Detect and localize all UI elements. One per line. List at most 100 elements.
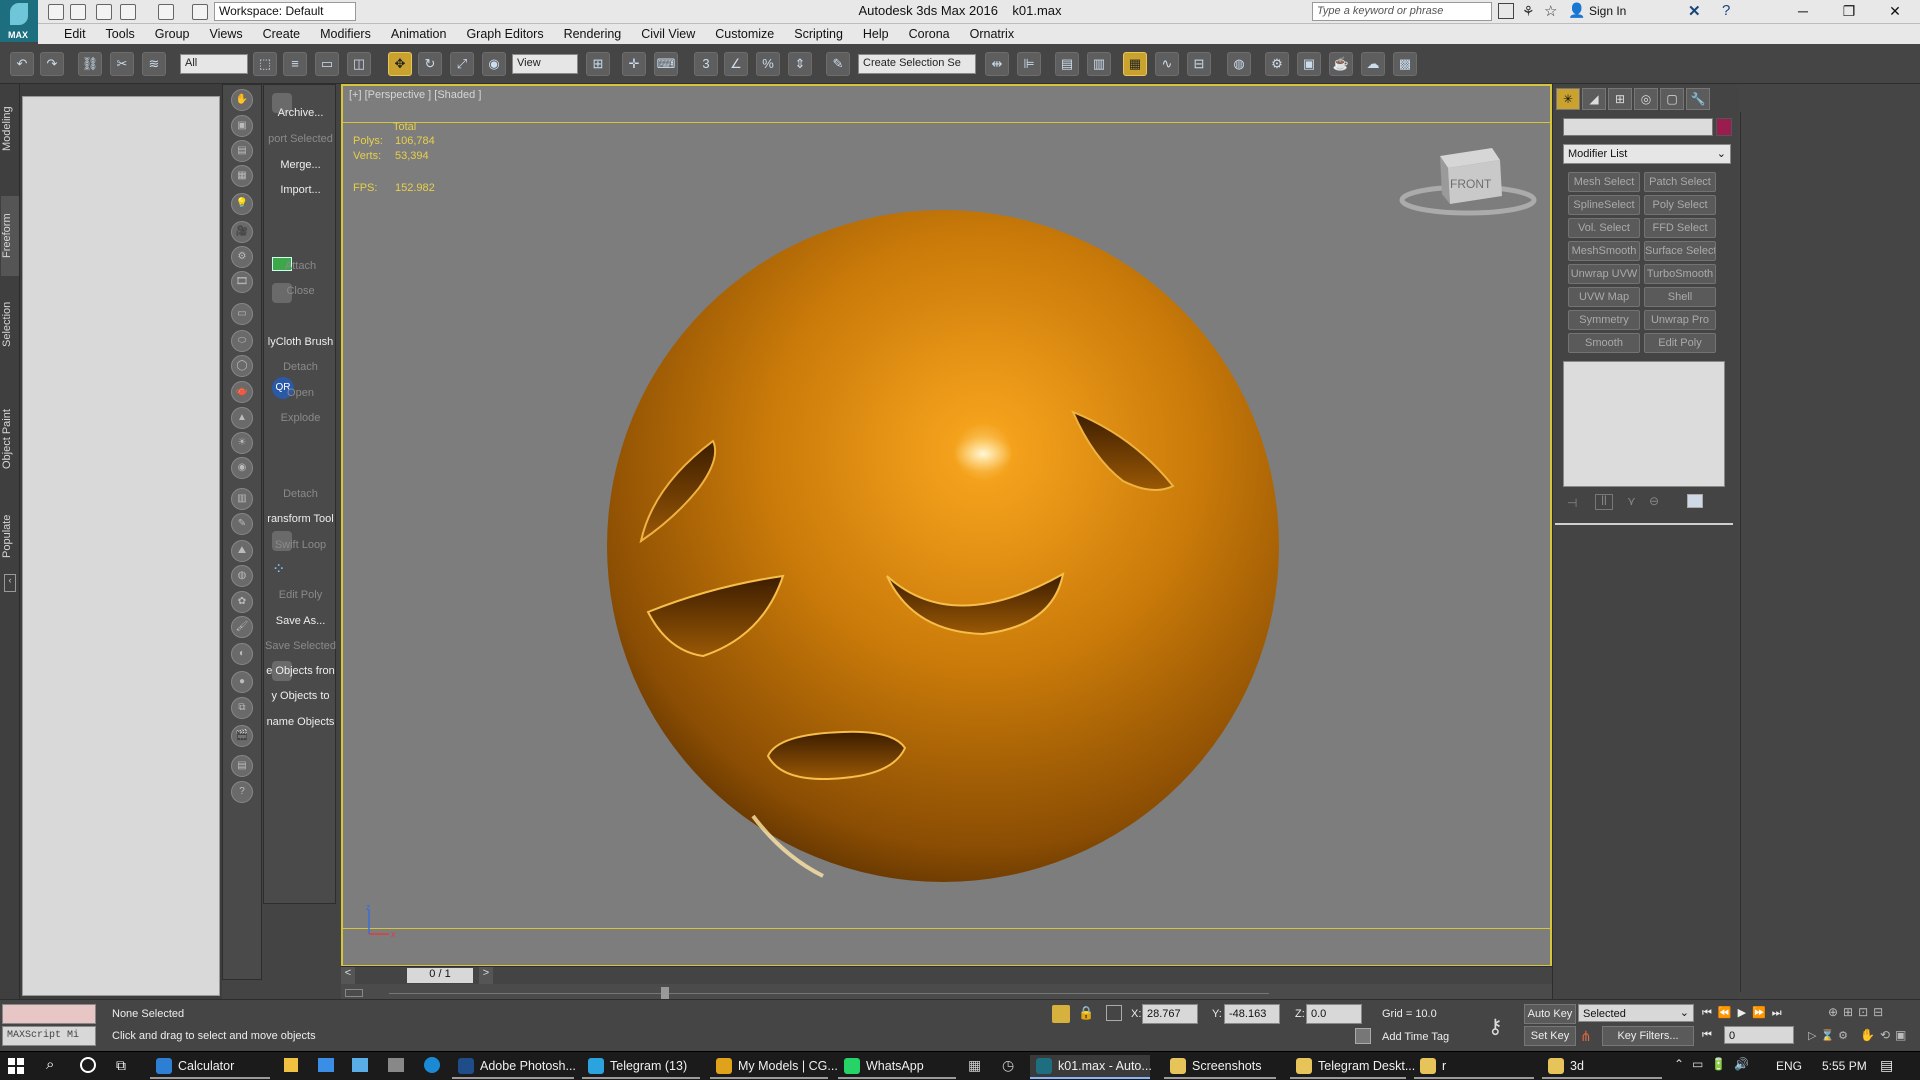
time-tag-icon[interactable]: [1355, 1028, 1371, 1044]
emoji-sphere-model[interactable]: [593, 196, 1293, 896]
selection-filter-select[interactable]: All: [180, 54, 248, 74]
manipulate-icon[interactable]: ✛: [622, 52, 646, 76]
grid-icon[interactable]: ▤: [231, 140, 253, 162]
snaps-toggle-icon[interactable]: 3: [694, 52, 718, 76]
sphere-icon[interactable]: ◍: [231, 565, 253, 587]
select-and-move-icon[interactable]: ✥: [388, 52, 412, 76]
pan-orbit-icons[interactable]: ✋⟲▣: [1860, 1028, 1911, 1042]
binoculars-icon[interactable]: [1498, 3, 1514, 19]
pin-stack-icon[interactable]: ⊣: [1567, 496, 1577, 510]
command-import[interactable]: Import...: [264, 184, 337, 196]
command-e-objects-fron[interactable]: e Objects fron: [264, 665, 337, 677]
link-icon[interactable]: ⛓: [78, 52, 102, 76]
menu-help[interactable]: Help: [853, 25, 899, 43]
command-y-objects-to[interactable]: y Objects to: [264, 690, 337, 702]
command-detach[interactable]: Detach: [264, 488, 337, 500]
spinner-snap-icon[interactable]: ⇕: [788, 52, 812, 76]
app-logo[interactable]: MAX: [0, 0, 38, 42]
menu-graph-editors[interactable]: Graph Editors: [456, 25, 553, 43]
scene-explorer-icon[interactable]: ▦: [1123, 52, 1147, 76]
playback-controls[interactable]: ⏮⏪▶⏩⏭: [1702, 1006, 1788, 1020]
keyboard-shortcut-icon[interactable]: ⌨: [654, 52, 678, 76]
undo-icon[interactable]: [120, 4, 136, 20]
select-and-scale-icon[interactable]: ⤢: [450, 52, 474, 76]
printer-icon[interactable]: [388, 1058, 404, 1072]
ribbon-expand-icon[interactable]: ‹: [4, 574, 16, 592]
rendered-frame-window-icon[interactable]: ▣: [1297, 52, 1321, 76]
select-object-icon[interactable]: ⬚: [253, 52, 277, 76]
modifier-button-surface-select[interactable]: Surface Select: [1644, 241, 1716, 261]
redo-icon[interactable]: [158, 4, 174, 20]
material-editor-icon[interactable]: ◍: [1227, 52, 1251, 76]
layers-icon[interactable]: ▤: [231, 755, 253, 777]
tab-freeform[interactable]: Freeform: [1, 196, 19, 276]
taskbar-app-3d[interactable]: 3d: [1542, 1055, 1662, 1079]
menu-corona[interactable]: Corona: [899, 25, 960, 43]
select-and-rotate-icon[interactable]: ↻: [418, 52, 442, 76]
taskbar-app-my-models-cg[interactable]: My Models | CG...: [710, 1055, 838, 1079]
command-port-selected[interactable]: port Selected: [264, 133, 337, 145]
edit-named-selection-icon[interactable]: ✎: [826, 52, 850, 76]
helper-icon[interactable]: ⚙: [231, 246, 253, 268]
modifier-button-turbosmooth[interactable]: TurboSmooth: [1644, 264, 1716, 284]
reference-coordinate-select[interactable]: View: [512, 54, 578, 74]
teapot-icon[interactable]: 🫖: [231, 381, 253, 403]
cortana-icon[interactable]: [80, 1057, 96, 1073]
taskbar-app-adobe-photosh[interactable]: Adobe Photosh...: [452, 1055, 576, 1079]
menu-animation[interactable]: Animation: [381, 25, 457, 43]
time-slider-frame[interactable]: 0 / 1: [407, 968, 473, 983]
current-frame-field[interactable]: 0: [1724, 1026, 1794, 1044]
notifications-icon[interactable]: ▤: [1880, 1057, 1893, 1074]
modifier-button-unwrap-pro[interactable]: Unwrap Pro: [1644, 310, 1716, 330]
menu-rendering[interactable]: Rendering: [554, 25, 632, 43]
tab-selection[interactable]: Selection: [1, 284, 19, 364]
plane-icon[interactable]: ▭: [231, 303, 253, 325]
auto-key-button[interactable]: Auto Key: [1524, 1004, 1576, 1024]
help-icon[interactable]: ?: [1722, 2, 1730, 19]
command-attach[interactable]: Attach: [264, 260, 337, 272]
time-next-button[interactable]: >: [479, 967, 493, 984]
menu-ornatrix[interactable]: Ornatrix: [960, 25, 1024, 43]
light-icon[interactable]: 💡: [231, 193, 253, 215]
mesh-icon[interactable]: ▥: [231, 488, 253, 510]
taskbar-app-telegram-13[interactable]: Telegram (13): [582, 1055, 700, 1079]
object-color-swatch[interactable]: [1716, 118, 1732, 136]
y-coordinate-field[interactable]: -48.163: [1224, 1004, 1280, 1024]
display-tab-icon[interactable]: ▢: [1660, 88, 1684, 110]
ellipse-icon[interactable]: ⬭: [231, 330, 253, 352]
skype-icon[interactable]: [424, 1057, 440, 1073]
angle-snap-icon[interactable]: ∠: [724, 52, 748, 76]
clock-app-icon[interactable]: ◷: [1002, 1057, 1014, 1074]
tab-object-paint[interactable]: Object Paint: [1, 384, 19, 494]
set-key-button[interactable]: Set Key: [1524, 1026, 1576, 1046]
tool-icon[interactable]: ✎: [231, 513, 253, 535]
desktop-icon[interactable]: [352, 1058, 368, 1072]
menu-views[interactable]: Views: [199, 25, 252, 43]
make-unique-icon[interactable]: ⋎: [1627, 494, 1636, 508]
taskbar-app-whatsapp[interactable]: WhatsApp: [838, 1055, 956, 1079]
exchange-icon[interactable]: ✕: [1688, 2, 1701, 20]
add-time-tag[interactable]: Add Time Tag: [1382, 1031, 1449, 1043]
window-crossing-icon[interactable]: ◫: [347, 52, 371, 76]
taskbar-app-r[interactable]: r: [1414, 1055, 1534, 1079]
taskbar-app-calculator[interactable]: Calculator: [150, 1055, 270, 1079]
key-filter-icon[interactable]: ⋔: [1580, 1028, 1592, 1045]
command-save-selected[interactable]: Save Selected: [264, 640, 337, 652]
particles-icon[interactable]: ⁘: [272, 559, 292, 579]
track-bar-key[interactable]: [661, 987, 669, 999]
rectangular-selection-icon[interactable]: ▭: [315, 52, 339, 76]
time-prev-button[interactable]: <: [341, 967, 355, 984]
isolate-selection-icon[interactable]: [1052, 1005, 1070, 1023]
layer-explorer-icon[interactable]: ▤: [1055, 52, 1079, 76]
remove-modifier-icon[interactable]: ⊖: [1649, 494, 1659, 508]
brush-icon[interactable]: 🖌: [231, 616, 253, 638]
render-iterative-icon[interactable]: ☁: [1361, 52, 1385, 76]
grass-icon[interactable]: ✿: [231, 591, 253, 613]
modifier-button-mesh-select[interactable]: Mesh Select: [1568, 172, 1640, 192]
system-tray-icons[interactable]: ⌃▭🔋🔊: [1674, 1057, 1757, 1071]
render-frame-icon[interactable]: ▣: [231, 115, 253, 137]
goto-start-icon[interactable]: ⏮: [1702, 1029, 1712, 1042]
hierarchy-tab-icon[interactable]: ⊞: [1608, 88, 1632, 110]
command-open[interactable]: Open: [264, 387, 337, 399]
lock-icon[interactable]: 🔒: [1078, 1005, 1094, 1021]
